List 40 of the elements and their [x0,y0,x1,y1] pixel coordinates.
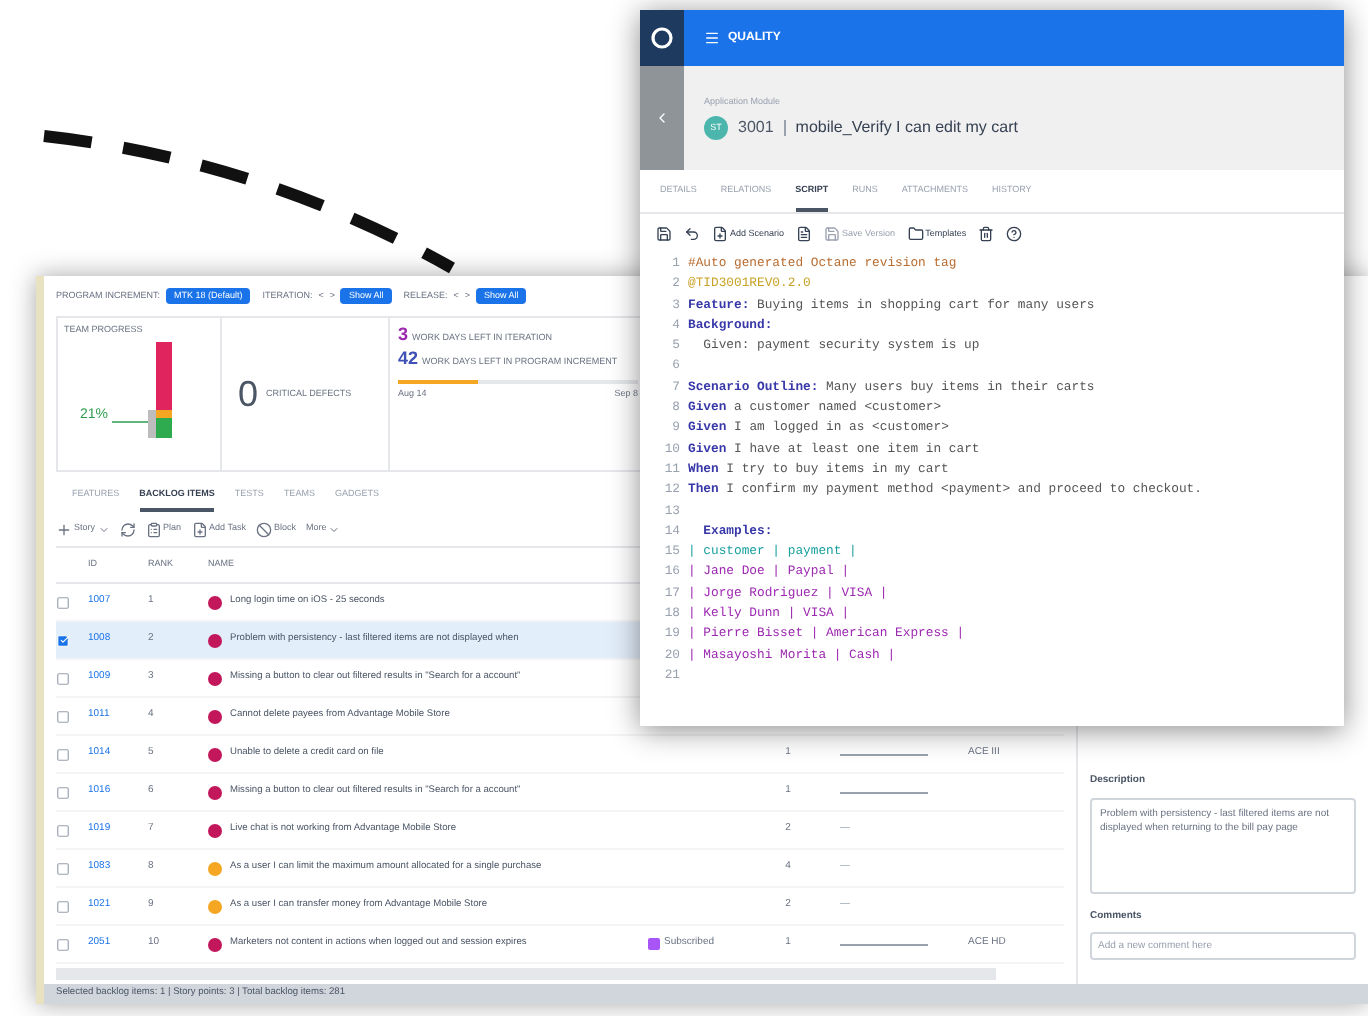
toolbar-button[interactable] [1006,226,1023,242]
days-count: 3 [398,326,409,344]
checkbox[interactable] [56,747,70,761]
caret-icon [97,523,110,535]
refresh-icon [119,521,136,537]
toolbar-button[interactable] [656,226,672,242]
folder-icon [907,226,924,242]
tag-icon [648,938,660,950]
logo-icon [640,10,684,66]
checkbox[interactable] [56,785,70,799]
file-plus-icon [191,521,208,537]
help-icon [1006,226,1023,242]
checkbox[interactable] [56,595,70,609]
toolbar-button[interactable] [119,521,136,537]
days-count: 42 [398,349,419,368]
back-icon [654,110,670,126]
document-icon [796,226,813,242]
checkbox[interactable] [56,823,70,837]
save-icon [824,226,841,242]
toolbar-button[interactable] [684,226,700,242]
block-icon [255,521,272,537]
item-title: mobile_Verify I can edit my cart [795,116,1018,141]
checkbox[interactable] [56,937,70,951]
undo-icon [684,226,700,242]
file-plus-icon [712,226,728,242]
checkbox[interactable] [56,671,70,685]
horizontal-scrollbar[interactable] [56,968,996,980]
defect-count: 0 [238,376,259,412]
clipboard-icon [145,521,162,537]
toolbar-button[interactable] [978,226,995,242]
caret-icon [328,523,341,535]
checkbox[interactable] [56,709,70,723]
checkbox[interactable] [56,861,70,875]
trash-icon [978,226,995,242]
checkbox[interactable] [56,899,70,913]
toolbar-button[interactable] [796,226,813,242]
item-id: 3001 [738,116,774,141]
plus-icon [56,521,72,537]
save-icon [656,226,672,242]
menu-icon[interactable] [704,30,720,46]
